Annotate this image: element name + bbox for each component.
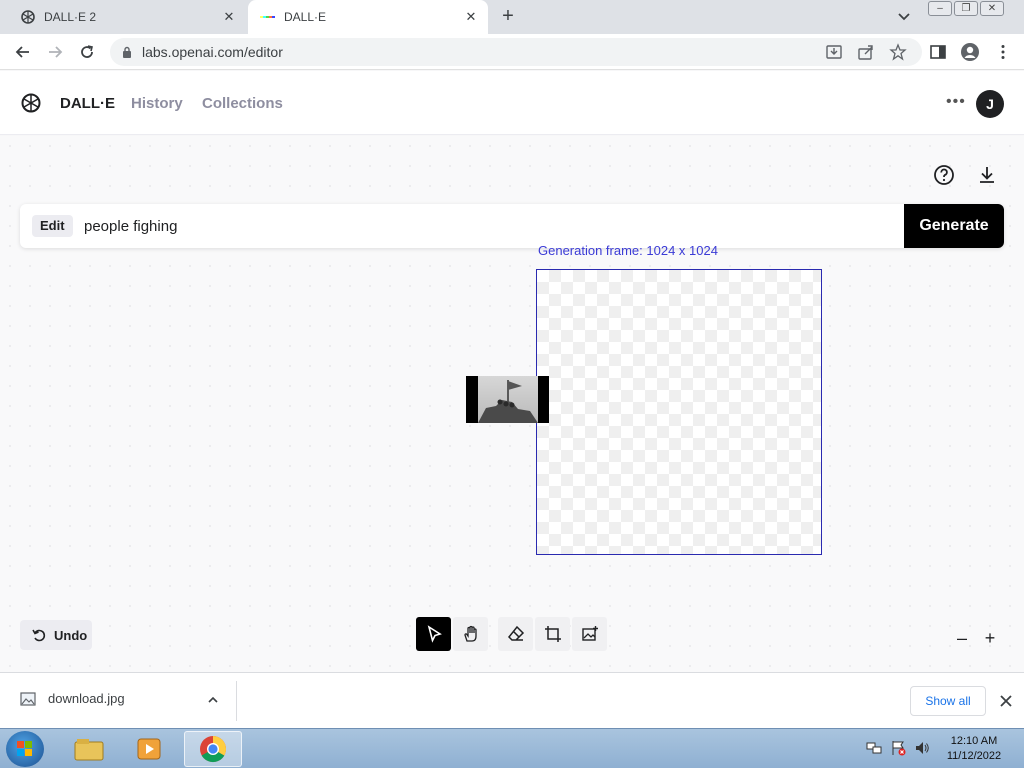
clock-date: 11/12/2022 <box>946 750 1002 762</box>
side-panel-icon[interactable] <box>929 43 947 61</box>
lock-icon <box>123 46 131 58</box>
browser-tab-strip: DALL·E 2 ✕ DALL·E ✕ + – ❐ ✕ <box>0 0 1024 34</box>
brand-link[interactable]: DALL·E <box>60 95 115 112</box>
undo-icon <box>32 629 46 642</box>
chrome-icon <box>200 736 227 763</box>
volume-icon[interactable] <box>914 740 930 756</box>
close-icon[interactable] <box>998 693 1014 709</box>
add-frame-icon <box>544 626 561 642</box>
browser-toolbar: labs.openai.com/editor <box>0 34 1024 70</box>
zoom-out-button[interactable]: – <box>950 626 974 650</box>
image-file-icon <box>20 691 36 706</box>
chevron-down-icon[interactable] <box>894 8 914 26</box>
zoom-in-button[interactable]: + <box>978 626 1002 650</box>
start-button[interactable] <box>6 731 44 767</box>
reload-icon <box>81 45 93 58</box>
tab-dalle-2[interactable]: DALL·E 2 ✕ <box>8 0 246 34</box>
eraser-tool[interactable] <box>498 617 533 651</box>
browser-menu-icon[interactable] <box>994 43 1012 61</box>
new-tab-button[interactable]: + <box>496 6 520 28</box>
edit-chip: Edit <box>32 215 73 237</box>
close-window-button[interactable]: ✕ <box>980 1 1004 16</box>
system-tray <box>866 740 930 756</box>
uploaded-image[interactable] <box>466 376 549 423</box>
generation-frame-label: Generation frame: 1024 x 1024 <box>538 243 718 258</box>
tab-close-icon[interactable]: ✕ <box>218 9 240 25</box>
help-icon[interactable] <box>933 164 955 186</box>
hand-tool[interactable] <box>453 617 488 651</box>
dalle-color-bar-icon <box>260 16 275 18</box>
minimize-button[interactable]: – <box>928 1 952 16</box>
upload-image-icon <box>581 626 598 641</box>
downloads-bar: download.jpg Show all <box>0 672 1024 728</box>
generate-button[interactable]: Generate <box>904 204 1004 248</box>
app-header: DALL·E History Collections ••• J <box>0 71 1024 135</box>
openai-logo-icon[interactable] <box>20 92 42 114</box>
editor-toolbar <box>416 617 607 651</box>
forward-button[interactable] <box>44 41 66 63</box>
back-button[interactable] <box>12 41 34 63</box>
prompt-bar: Edit Generate <box>20 204 1004 248</box>
bookmark-star-icon[interactable] <box>889 43 907 61</box>
tab-dalle[interactable]: DALL·E ✕ <box>248 0 488 34</box>
action-center-icon[interactable] <box>890 740 906 756</box>
undo-button[interactable]: Undo <box>20 620 92 650</box>
restore-button[interactable]: ❐ <box>954 1 978 16</box>
avatar[interactable]: J <box>976 90 1004 118</box>
nav-history[interactable]: History <box>131 95 183 112</box>
generation-frame[interactable] <box>536 269 822 555</box>
tab-close-icon[interactable]: ✕ <box>460 9 482 25</box>
network-icon[interactable] <box>866 740 882 756</box>
windows-logo-icon <box>17 741 32 756</box>
windows-taskbar: 12:10 AM 11/12/2022 <box>0 728 1024 768</box>
download-icon[interactable] <box>976 164 998 186</box>
eraser-icon <box>507 625 524 641</box>
photo-content <box>478 376 538 423</box>
prompt-input[interactable] <box>84 212 884 240</box>
taskbar-clock[interactable]: 12:10 AM 11/12/2022 <box>940 734 1008 764</box>
undo-label: Undo <box>54 627 88 643</box>
hand-icon <box>463 625 477 642</box>
nav-collections[interactable]: Collections <box>202 95 283 112</box>
add-frame-tool[interactable] <box>535 617 570 651</box>
taskbar-chrome[interactable] <box>184 731 242 767</box>
taskbar-media-player[interactable] <box>120 731 178 767</box>
zoom-controls: – + <box>950 626 1002 650</box>
taskbar-explorer[interactable] <box>60 731 118 767</box>
explorer-icon <box>74 739 104 761</box>
select-icon <box>427 625 442 643</box>
install-icon[interactable] <box>825 43 843 61</box>
download-filename: download.jpg <box>48 691 125 706</box>
show-all-button[interactable]: Show all <box>910 686 986 716</box>
upload-image-tool[interactable] <box>572 617 607 651</box>
tab-title: DALL·E 2 <box>44 10 97 24</box>
chevron-up-icon[interactable] <box>206 693 220 707</box>
profile-icon[interactable] <box>960 42 980 62</box>
download-item[interactable]: download.jpg <box>20 691 125 706</box>
more-options-icon[interactable]: ••• <box>946 93 966 111</box>
arrow-right-icon <box>49 46 63 58</box>
divider <box>236 681 237 721</box>
select-tool[interactable] <box>416 617 451 651</box>
tab-title: DALL·E <box>284 10 327 24</box>
reload-button[interactable] <box>76 41 98 63</box>
window-controls: – ❐ ✕ <box>928 1 1004 16</box>
clock-time: 12:10 AM <box>950 735 998 747</box>
arrow-left-icon <box>15 46 29 58</box>
share-icon[interactable] <box>857 43 875 61</box>
media-player-icon <box>137 738 161 760</box>
address-bar[interactable]: labs.openai.com/editor <box>110 38 922 66</box>
openai-logo-icon <box>21 10 35 24</box>
url-text: labs.openai.com/editor <box>142 44 283 60</box>
